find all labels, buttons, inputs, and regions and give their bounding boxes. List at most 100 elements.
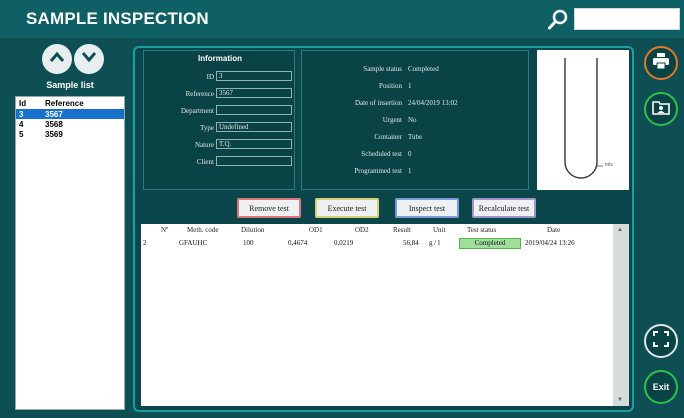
sample-id: 4 <box>19 119 24 129</box>
status-label: Scheduled test <box>361 150 402 158</box>
header-result: Result <box>393 226 411 234</box>
info-label: Type <box>200 124 214 132</box>
table-header: Nº Meth. code Dilution OD1 OD2 Result Un… <box>141 224 613 236</box>
status-value: Tube <box>408 133 423 141</box>
tests-table[interactable]: Nº Meth. code Dilution OD1 OD2 Result Un… <box>141 224 629 406</box>
sample-reference: 3569 <box>45 129 63 139</box>
status-label: Date of insertion <box>354 99 402 107</box>
inspect-test-button[interactable]: Inspect test <box>395 198 459 218</box>
info-label: Nature <box>194 141 214 149</box>
status-label: Sample status <box>363 65 402 73</box>
sample-navigation: Sample list <box>15 44 125 102</box>
status-label: Urgent <box>382 116 402 124</box>
folder-user-icon <box>652 99 670 120</box>
status-field: Position 1 <box>302 80 530 92</box>
info-label: Department <box>180 107 214 115</box>
sample-row[interactable]: 5 3569 <box>16 129 124 139</box>
header-date: Date <box>547 226 561 234</box>
info-field-nature: Nature T.Q. <box>144 139 296 151</box>
recalculate-test-button[interactable]: Recalculate test <box>472 198 536 218</box>
info-value: 3 <box>216 71 292 81</box>
cell-date: 2019/04/24 13:26 <box>525 239 575 247</box>
header-unit: Unit <box>433 226 446 234</box>
info-label: ID <box>206 73 214 81</box>
next-sample-button[interactable] <box>74 44 104 74</box>
printer-icon <box>652 52 670 75</box>
sample-list-label: Sample list <box>46 80 94 90</box>
cell-od1: 0,4674 <box>288 239 308 247</box>
info-value: 3567 <box>216 88 292 98</box>
cell-unit: g / l <box>429 239 440 247</box>
search-input[interactable] <box>574 8 680 30</box>
status-value: Completed <box>408 65 439 73</box>
header-od2: OD2 <box>355 226 369 234</box>
title-bar: SAMPLE INSPECTION <box>0 0 684 38</box>
information-section: Information ID 3 Reference 3567 Departme… <box>143 50 295 190</box>
info-field-client: Client <box>144 156 296 168</box>
scroll-up-icon[interactable]: ▲ <box>617 227 623 233</box>
sample-detail-panel: Information ID 3 Reference 3567 Departme… <box>133 46 634 412</box>
exit-button[interactable]: Exit <box>644 370 678 404</box>
info-field-department: Department <box>144 105 296 117</box>
info-value: T.Q. <box>216 139 292 149</box>
sample-list-header: Id Reference <box>16 97 124 109</box>
execute-test-button[interactable]: Execute test <box>315 198 379 218</box>
status-value: 24/04/2019 13:02 <box>408 99 458 107</box>
info-value: Undefined <box>216 122 292 132</box>
header-dilution: Dilution <box>241 226 265 234</box>
status-field: Date of insertion 24/04/2019 13:02 <box>302 97 530 109</box>
chevron-up-icon <box>49 50 65 68</box>
status-value: 1 <box>408 167 412 175</box>
info-label: Client <box>196 158 214 166</box>
status-field: Programmed test 1 <box>302 165 530 177</box>
remove-test-button[interactable]: Remove test <box>237 198 301 218</box>
sample-row[interactable]: 3 3567 <box>16 109 124 119</box>
status-field: Container Tube <box>302 131 530 143</box>
header-test-status: Test status <box>467 226 497 234</box>
info-field-type: Type Undefined <box>144 122 296 134</box>
sample-reference: 3568 <box>45 119 63 129</box>
info-label: Reference <box>185 90 214 98</box>
search-icon[interactable] <box>546 8 570 32</box>
sample-status-section: Sample status Completed Position 1 Date … <box>301 50 529 190</box>
app-title: SAMPLE INSPECTION <box>26 9 209 28</box>
status-field: Sample status Completed <box>302 63 530 75</box>
table-scrollbar[interactable]: ▲ ▼ <box>613 224 629 406</box>
cell-od2: 0,0219 <box>334 239 354 247</box>
previous-sample-button[interactable] <box>42 44 72 74</box>
status-value: No <box>408 116 417 124</box>
tube-illustration: mls <box>537 50 629 190</box>
info-field-reference: Reference 3567 <box>144 88 296 100</box>
tube-icon <box>564 58 603 179</box>
cell-dilution: 100 <box>243 239 254 247</box>
sample-id: 3 <box>19 109 24 119</box>
table-row[interactable]: 2 GFAUHC 100 0,4674 0,0219 56,84 g / l C… <box>141 237 613 251</box>
sample-id: 5 <box>19 129 24 139</box>
sample-list[interactable]: Id Reference 3 3567 4 3568 5 3569 <box>15 96 125 410</box>
header-od1: OD1 <box>309 226 323 234</box>
status-value: 1 <box>408 82 412 90</box>
status-label: Programmed test <box>354 167 402 175</box>
chevron-down-icon <box>81 50 97 68</box>
header-method: Meth. code <box>187 226 219 234</box>
sample-reference: 3567 <box>45 109 63 119</box>
status-value: 0 <box>408 150 412 158</box>
cell-number: 2 <box>143 239 147 247</box>
information-title: Information <box>198 54 242 63</box>
sample-folder-button[interactable] <box>644 92 678 126</box>
status-label: Position <box>379 82 402 90</box>
fullscreen-button[interactable] <box>644 324 678 358</box>
scroll-down-icon[interactable]: ▼ <box>617 397 623 403</box>
status-field: Urgent No <box>302 114 530 126</box>
info-value <box>216 105 292 115</box>
status-label: Container <box>374 133 402 141</box>
header-number: Nº <box>161 226 169 234</box>
print-button[interactable] <box>644 46 678 80</box>
expand-icon <box>652 330 670 353</box>
cell-method: GFAUHC <box>179 239 208 247</box>
status-badge: Completed <box>459 238 521 249</box>
tube-unit-label: mls <box>605 162 613 168</box>
info-field-id: ID 3 <box>144 71 296 83</box>
cell-result: 56,84 <box>403 239 419 247</box>
sample-row[interactable]: 4 3568 <box>16 119 124 129</box>
